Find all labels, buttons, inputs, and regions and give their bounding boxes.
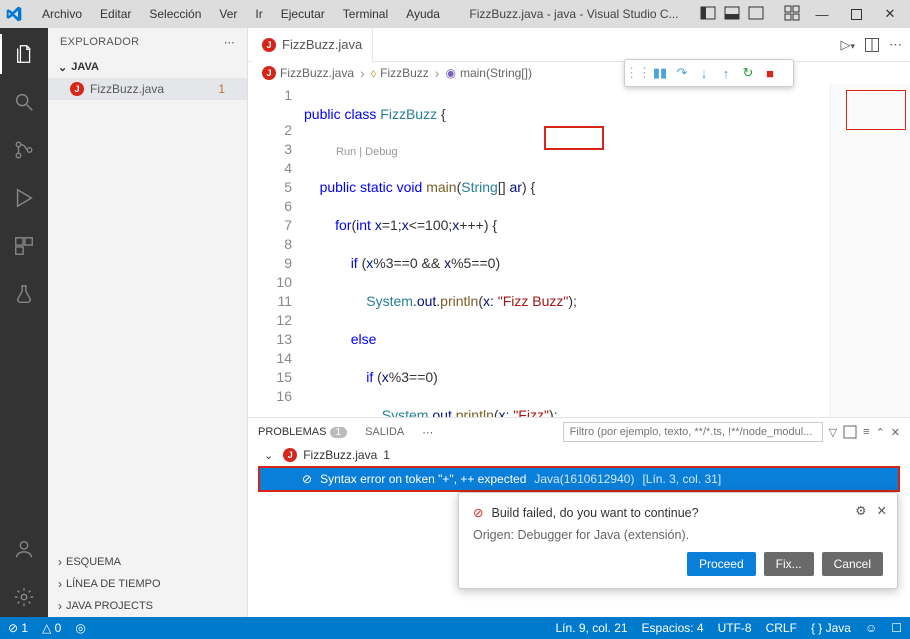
menu-bar: Archivo Editar Selección Ver Ir Ejecutar…: [34, 4, 448, 24]
panel-tab-output[interactable]: SALIDA: [365, 426, 404, 438]
run-split-icon[interactable]: ▷▾: [840, 37, 855, 53]
menu-seleccion[interactable]: Selección: [141, 4, 209, 24]
activity-settings-icon[interactable]: [0, 577, 48, 617]
activity-testing-icon[interactable]: [0, 274, 48, 314]
collapse-icon[interactable]: [843, 425, 857, 439]
split-editor-icon[interactable]: [865, 38, 879, 52]
stop-icon[interactable]: ■: [763, 66, 777, 80]
menu-ayuda[interactable]: Ayuda: [398, 4, 448, 24]
menu-editar[interactable]: Editar: [92, 4, 139, 24]
sidebar-java-projects[interactable]: JAVA PROJECTS: [48, 595, 247, 617]
error-icon: ⊘: [302, 472, 312, 486]
status-eol[interactable]: CRLF: [766, 621, 797, 635]
editor-more-icon[interactable]: ⋯: [889, 37, 902, 53]
step-into-icon[interactable]: ↓: [697, 66, 711, 80]
status-cursor-pos[interactable]: Lín. 9, col. 21: [556, 621, 628, 635]
notification-close-icon[interactable]: ✕: [877, 503, 887, 518]
status-feedback-icon[interactable]: ☺: [865, 621, 877, 635]
activity-search-icon[interactable]: [0, 82, 48, 122]
menu-archivo[interactable]: Archivo: [34, 4, 90, 24]
cancel-button[interactable]: Cancel: [822, 552, 883, 576]
activity-bar: [0, 28, 48, 617]
menu-ver[interactable]: Ver: [211, 4, 245, 24]
sidebar-file-error-count: 1: [218, 82, 225, 96]
sidebar-timeline[interactable]: LÍNEA DE TIEMPO: [48, 573, 247, 595]
filter-icon[interactable]: ▽: [829, 426, 837, 439]
notification-gear-icon[interactable]: ⚙: [855, 503, 866, 518]
layout-bottom-icon[interactable]: [724, 5, 742, 23]
notification-message: Build failed, do you want to continue?: [491, 506, 698, 520]
sidebar-file-fizzbuzz[interactable]: FizzBuzz.java 1: [48, 78, 247, 100]
problems-filter-input[interactable]: [563, 422, 823, 442]
layout-right-icon[interactable]: [748, 5, 766, 23]
layout-custom-icon[interactable]: [784, 5, 802, 23]
restart-icon[interactable]: ↻: [741, 66, 755, 80]
menu-ir[interactable]: Ir: [247, 4, 270, 24]
status-radio-icon[interactable]: ◎: [75, 621, 85, 635]
activity-explorer-icon[interactable]: [0, 34, 48, 74]
editor-tabs: FizzBuzz.java ▷▾ ⋯: [248, 28, 910, 62]
sidebar-folder[interactable]: JAVA: [48, 56, 247, 78]
minimap[interactable]: [830, 84, 910, 417]
window-maximize-icon[interactable]: [842, 3, 870, 25]
editor-area: FizzBuzz.java ▷▾ ⋯ FizzBuzz.java ⬨FizzBu…: [248, 28, 910, 617]
java-file-icon: [283, 448, 297, 462]
sidebar-title: EXPLORADOR: [60, 36, 139, 48]
list-icon[interactable]: ≡: [863, 426, 869, 438]
problem-item[interactable]: ⊘ Syntax error on token "+", ++ expected…: [260, 468, 898, 490]
tab-fizzbuzz[interactable]: FizzBuzz.java: [252, 28, 373, 62]
sidebar-outline[interactable]: ESQUEMA: [48, 551, 247, 573]
step-out-icon[interactable]: ↑: [719, 66, 733, 80]
panel-tab-problems[interactable]: PROBLEMAS 1: [258, 426, 347, 438]
pause-icon[interactable]: ▮▮: [653, 66, 667, 80]
line-gutter: 1 2 3 4 5 6 7 8 9 10 11 12 13 14 15 16: [248, 84, 304, 417]
sidebar-explorer: EXPLORADOR ⋯ JAVA FizzBuzz.java 1 ESQUEM…: [48, 28, 248, 617]
status-warnings[interactable]: △ 0: [42, 621, 61, 635]
vscode-logo-icon: [6, 6, 22, 22]
error-icon: ⊘: [473, 505, 483, 520]
status-encoding[interactable]: UTF-8: [718, 621, 752, 635]
panel-more-icon[interactable]: ⋯: [422, 426, 433, 439]
notification-origin: Origen: Debugger for Java (extensión).: [473, 528, 883, 542]
step-over-icon[interactable]: ↷: [675, 66, 689, 80]
proceed-button[interactable]: Proceed: [687, 552, 756, 576]
debug-toolbar[interactable]: ⋮⋮ ▮▮ ↷ ↓ ↑ ↻ ■: [624, 59, 794, 87]
status-bell-icon[interactable]: ☐: [891, 621, 902, 635]
status-bar: ⊘ 1 △ 0 ◎ Lín. 9, col. 21 Espacios: 4 UT…: [0, 617, 910, 639]
panel-close-icon[interactable]: ✕: [891, 426, 900, 439]
activity-scm-icon[interactable]: [0, 130, 48, 170]
error-highlight-box: [544, 126, 604, 150]
titlebar: Archivo Editar Selección Ver Ir Ejecutar…: [0, 0, 910, 28]
menu-terminal[interactable]: Terminal: [335, 4, 396, 24]
window-minimize-icon[interactable]: ―: [808, 3, 836, 25]
layout-left-icon[interactable]: [700, 5, 718, 23]
status-errors[interactable]: ⊘ 1: [8, 621, 28, 635]
activity-run-icon[interactable]: [0, 178, 48, 218]
java-file-icon: [70, 82, 84, 96]
code-editor[interactable]: 1 2 3 4 5 6 7 8 9 10 11 12 13 14 15 16 p…: [248, 84, 910, 417]
status-language[interactable]: { } Java: [811, 621, 851, 635]
activity-account-icon[interactable]: [0, 529, 48, 569]
menu-ejecutar[interactable]: Ejecutar: [273, 4, 333, 24]
java-file-icon: [262, 66, 276, 80]
notification-build-failed: ⚙ ✕ ⊘ Build failed, do you want to conti…: [458, 492, 898, 589]
drag-handle-icon[interactable]: ⋮⋮: [631, 66, 645, 80]
breadcrumb[interactable]: FizzBuzz.java ⬨FizzBuzz ◉main(String[]): [248, 62, 910, 84]
activity-extensions-icon[interactable]: [0, 226, 48, 266]
problem-file-row[interactable]: FizzBuzz.java 1: [258, 448, 900, 462]
fix-button[interactable]: Fix...: [764, 552, 814, 576]
sidebar-more-icon[interactable]: ⋯: [224, 36, 235, 49]
status-spaces[interactable]: Espacios: 4: [642, 621, 704, 635]
java-file-icon: [262, 38, 276, 52]
window-close-icon[interactable]: ✕: [876, 3, 904, 25]
panel-up-icon[interactable]: ⌃: [876, 426, 885, 439]
problem-highlight-box: ⊘ Syntax error on token "+", ++ expected…: [258, 466, 900, 492]
window-title: FizzBuzz.java - java - Visual Studio C..…: [452, 7, 696, 21]
